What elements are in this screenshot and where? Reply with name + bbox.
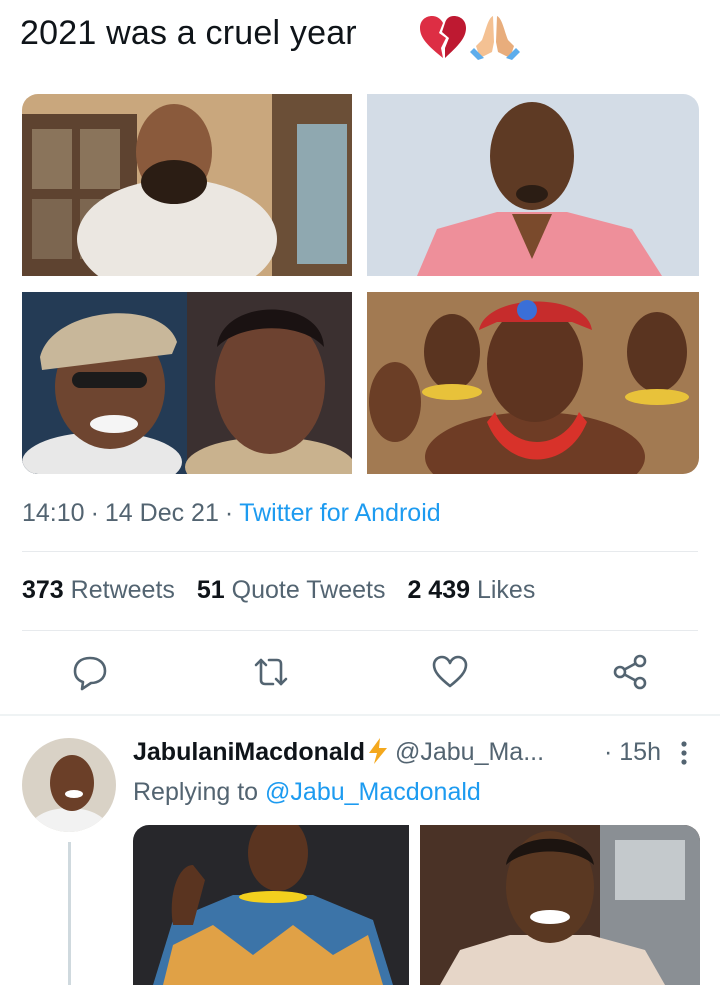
tweet-date: 14 Dec 21 xyxy=(104,499,219,527)
reply-photo-1[interactable] xyxy=(133,825,409,985)
thread-line xyxy=(68,842,71,985)
folded-hands-icon xyxy=(470,16,520,60)
tweet-photo-3[interactable] xyxy=(22,292,352,474)
lightning-icon xyxy=(368,738,387,764)
replying-to: Replying to @Jabu_Macdonald xyxy=(133,778,481,806)
tweet-meta: 14:10 · 14 Dec 21 · Twitter for Android xyxy=(22,499,441,527)
tweet-time: 14:10 xyxy=(22,499,85,527)
divider xyxy=(22,630,698,631)
tweet-stats: 373 Retweets 51 Quote Tweets 2 439 Likes xyxy=(22,576,535,605)
divider xyxy=(22,551,698,552)
tweet-photo-4[interactable] xyxy=(367,292,699,474)
tweet-text: 2021 was a cruel year xyxy=(20,14,357,52)
retweet-icon[interactable] xyxy=(251,652,291,692)
likes-stat[interactable]: 2 439 Likes xyxy=(407,576,535,604)
tweet-source-link[interactable]: Twitter for Android xyxy=(239,499,440,527)
reply-icon[interactable] xyxy=(70,652,110,692)
reply-header: JabulaniMacdonald @Jabu_Ma... xyxy=(133,738,544,767)
broken-heart-icon xyxy=(420,16,466,58)
reply-photo-2[interactable] xyxy=(420,825,700,985)
tweet-photo-2[interactable] xyxy=(367,94,699,276)
quote-tweets-stat[interactable]: 51 Quote Tweets xyxy=(197,576,386,604)
reply-author-name[interactable]: JabulaniMacdonald xyxy=(133,738,365,766)
reply-avatar[interactable] xyxy=(22,738,116,832)
replying-to-mention[interactable]: @Jabu_Macdonald xyxy=(265,778,481,806)
tweet-photo-1[interactable] xyxy=(22,94,352,276)
share-icon[interactable] xyxy=(610,652,650,692)
like-icon[interactable] xyxy=(430,652,470,692)
section-divider xyxy=(0,714,720,716)
reply-time: · 15h xyxy=(604,738,661,766)
reply-author-handle[interactable]: @Jabu_Ma... xyxy=(395,738,544,766)
retweets-stat[interactable]: 373 Retweets xyxy=(22,576,175,604)
more-options-icon[interactable] xyxy=(680,740,688,766)
